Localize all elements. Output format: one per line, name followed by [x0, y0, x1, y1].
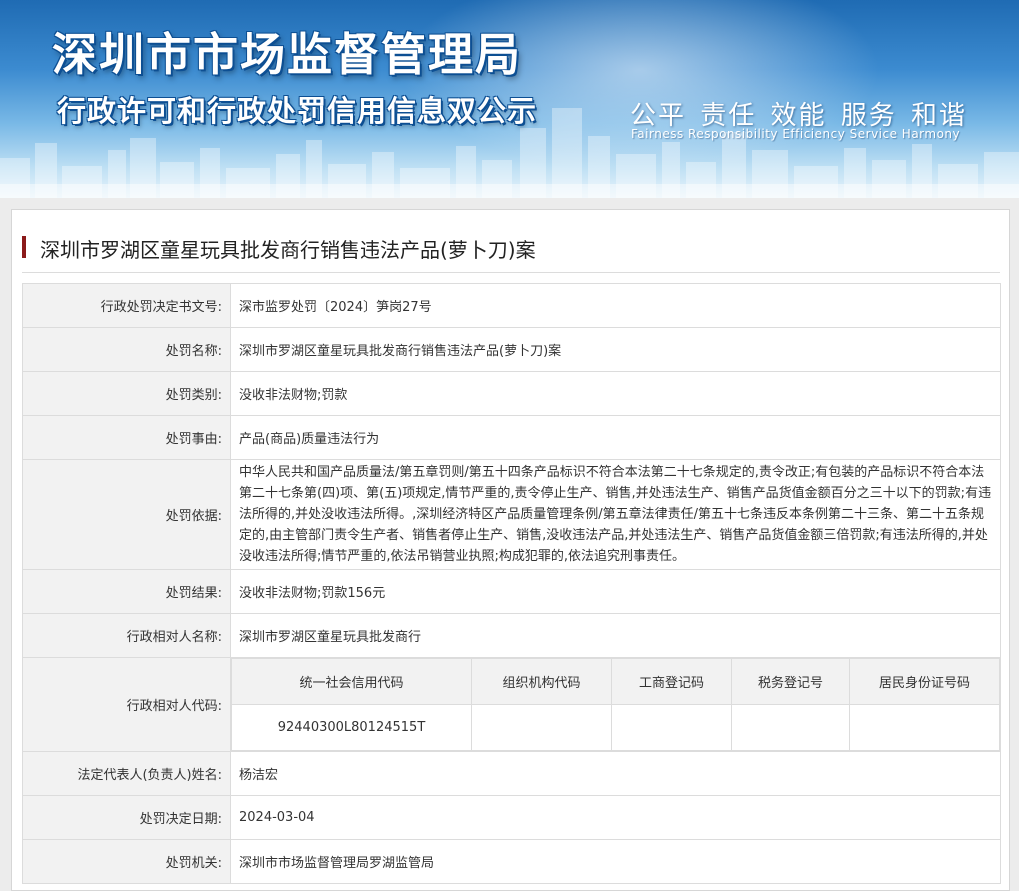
decision-date-label: 处罚决定日期:: [22, 795, 231, 840]
table-row: 处罚决定日期: 2024-03-04: [22, 795, 1001, 840]
legal-rep-value: 杨洁宏: [230, 751, 1001, 796]
table-row: 行政处罚决定书文号: 深市监罗处罚〔2024〕笋岗27号: [22, 283, 1001, 328]
code-value-row: 92440300L80124515T: [231, 704, 1000, 751]
penalty-result-value: 没收非法财物;罚款156元: [230, 569, 1001, 614]
id-card-value: [849, 704, 1000, 751]
credit-code-header: 统一社会信用代码: [231, 658, 472, 705]
party-code-label: 行政相对人代码:: [22, 657, 231, 752]
penalty-category-value: 没收非法财物;罚款: [230, 371, 1001, 416]
penalty-reason-value: 产品(商品)质量违法行为: [230, 415, 1001, 460]
header-banner: 深圳市市场监督管理局 行政许可和行政处罚信用信息双公示 公平 责任 效能 服务 …: [0, 0, 1019, 198]
penalty-info-table: 行政处罚决定书文号: 深市监罗处罚〔2024〕笋岗27号 处罚名称: 深圳市罗湖…: [22, 283, 1001, 884]
party-name-label: 行政相对人名称:: [22, 613, 231, 658]
table-row: 处罚类别: 没收非法财物;罚款: [22, 371, 1001, 416]
table-row: 处罚依据: 中华人民共和国产品质量法/第五章罚则/第五十四条产品标识不符合本法第…: [22, 459, 1001, 570]
code-header-row: 统一社会信用代码 组织机构代码 工商登记码 税务登记号 居民身份证号码: [231, 658, 1000, 705]
table-row: 处罚结果: 没收非法财物;罚款156元: [22, 569, 1001, 614]
slogan-english: Fairness Responsibility Efficiency Servi…: [631, 127, 961, 141]
site-title: 深圳市市场监督管理局: [52, 28, 523, 81]
penalty-name-value: 深圳市罗湖区童星玩具批发商行销售违法产品(萝卜刀)案: [230, 327, 1001, 372]
site-subtitle: 行政许可和行政处罚信用信息双公示: [57, 94, 538, 128]
decision-date-value: 2024-03-04: [230, 795, 1001, 840]
doc-no-label: 行政处罚决定书文号:: [22, 283, 231, 328]
content-panel: 深圳市罗湖区童星玩具批发商行销售违法产品(萝卜刀)案 行政处罚决定书文号: 深市…: [11, 209, 1010, 891]
table-row: 行政相对人代码: 统一社会信用代码 组织机构代码 工商登记码 税务登记号 居民身…: [22, 657, 1001, 752]
authority-value: 深圳市市场监督管理局罗湖监管局: [230, 839, 1001, 884]
credit-code-value: 92440300L80124515T: [231, 704, 472, 751]
penalty-reason-label: 处罚事由:: [22, 415, 231, 460]
penalty-basis-value: 中华人民共和国产品质量法/第五章罚则/第五十四条产品标识不符合本法第二十七条规定…: [230, 459, 1001, 570]
org-code-value: [471, 704, 612, 751]
table-row: 行政相对人名称: 深圳市罗湖区童星玩具批发商行: [22, 613, 1001, 658]
table-row: 法定代表人(负责人)姓名: 杨洁宏: [22, 751, 1001, 796]
tax-reg-value: [731, 704, 850, 751]
party-name-value: 深圳市罗湖区童星玩具批发商行: [230, 613, 1001, 658]
case-title: 深圳市罗湖区童星玩具批发商行销售违法产品(萝卜刀)案: [40, 238, 536, 262]
party-code-cell: 统一社会信用代码 组织机构代码 工商登记码 税务登记号 居民身份证号码 9244…: [230, 657, 1001, 752]
authority-label: 处罚机关:: [22, 839, 231, 884]
case-header: 深圳市罗湖区童星玩具批发商行销售违法产品(萝卜刀)案: [22, 232, 1000, 273]
table-row: 处罚名称: 深圳市罗湖区童星玩具批发商行销售违法产品(萝卜刀)案: [22, 327, 1001, 372]
penalty-category-label: 处罚类别:: [22, 371, 231, 416]
id-card-header: 居民身份证号码: [849, 658, 1000, 705]
party-code-table: 统一社会信用代码 组织机构代码 工商登记码 税务登记号 居民身份证号码 9244…: [231, 658, 1000, 751]
penalty-result-label: 处罚结果:: [22, 569, 231, 614]
business-reg-value: [611, 704, 732, 751]
org-code-header: 组织机构代码: [471, 658, 612, 705]
business-reg-header: 工商登记码: [611, 658, 732, 705]
table-row: 处罚机关: 深圳市市场监督管理局罗湖监管局: [22, 839, 1001, 884]
title-accent-bar: [22, 236, 26, 258]
doc-no-value: 深市监罗处罚〔2024〕笋岗27号: [230, 283, 1001, 328]
legal-rep-label: 法定代表人(负责人)姓名:: [22, 751, 231, 796]
penalty-name-label: 处罚名称:: [22, 327, 231, 372]
table-row: 处罚事由: 产品(商品)质量违法行为: [22, 415, 1001, 460]
tax-reg-header: 税务登记号: [731, 658, 850, 705]
penalty-basis-label: 处罚依据:: [22, 459, 231, 570]
